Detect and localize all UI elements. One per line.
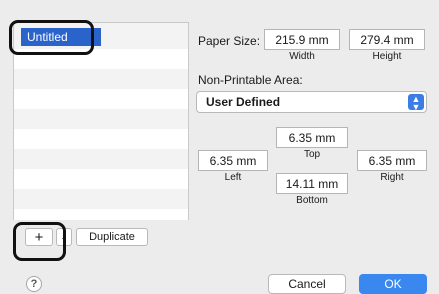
paper-height-field[interactable]: 279.4 mm — [349, 29, 425, 50]
ok-button[interactable]: OK — [359, 274, 427, 294]
cancel-button[interactable]: Cancel — [268, 274, 346, 294]
duplicate-button[interactable]: Duplicate — [76, 228, 148, 246]
list-row — [14, 209, 188, 220]
list-item-selected[interactable]: Untitled — [21, 28, 101, 46]
remove-button[interactable]: - — [56, 228, 72, 246]
height-label: Height — [372, 51, 402, 62]
width-label: Width — [289, 51, 315, 62]
paper-size-list[interactable]: Untitled — [13, 22, 189, 220]
margin-top-field[interactable]: 6.35 mm — [276, 127, 348, 148]
select-value: User Defined — [206, 95, 281, 109]
margin-bottom-field[interactable]: 14.11 mm — [276, 173, 348, 194]
paper-width-field[interactable]: 215.9 mm — [264, 29, 340, 50]
left-label: Left — [224, 172, 242, 183]
help-button[interactable]: ? — [26, 276, 42, 292]
list-row — [14, 49, 188, 69]
margin-right-field[interactable]: 6.35 mm — [357, 150, 427, 171]
list-row — [14, 169, 188, 189]
chevron-updown-icon: ▲ ▼ — [408, 94, 424, 112]
margin-left-field[interactable]: 6.35 mm — [198, 150, 268, 171]
right-label: Right — [380, 172, 404, 183]
non-printable-area-select[interactable]: User Defined ▲ ▼ — [196, 91, 427, 113]
bottom-label: Bottom — [296, 195, 328, 206]
non-printable-area-label: Non-Printable Area: — [198, 73, 303, 87]
list-row — [14, 89, 188, 109]
add-button[interactable]: + — [25, 228, 53, 246]
list-row — [14, 129, 188, 149]
top-label: Top — [303, 149, 321, 160]
paper-size-label: Paper Size: — [198, 34, 261, 48]
